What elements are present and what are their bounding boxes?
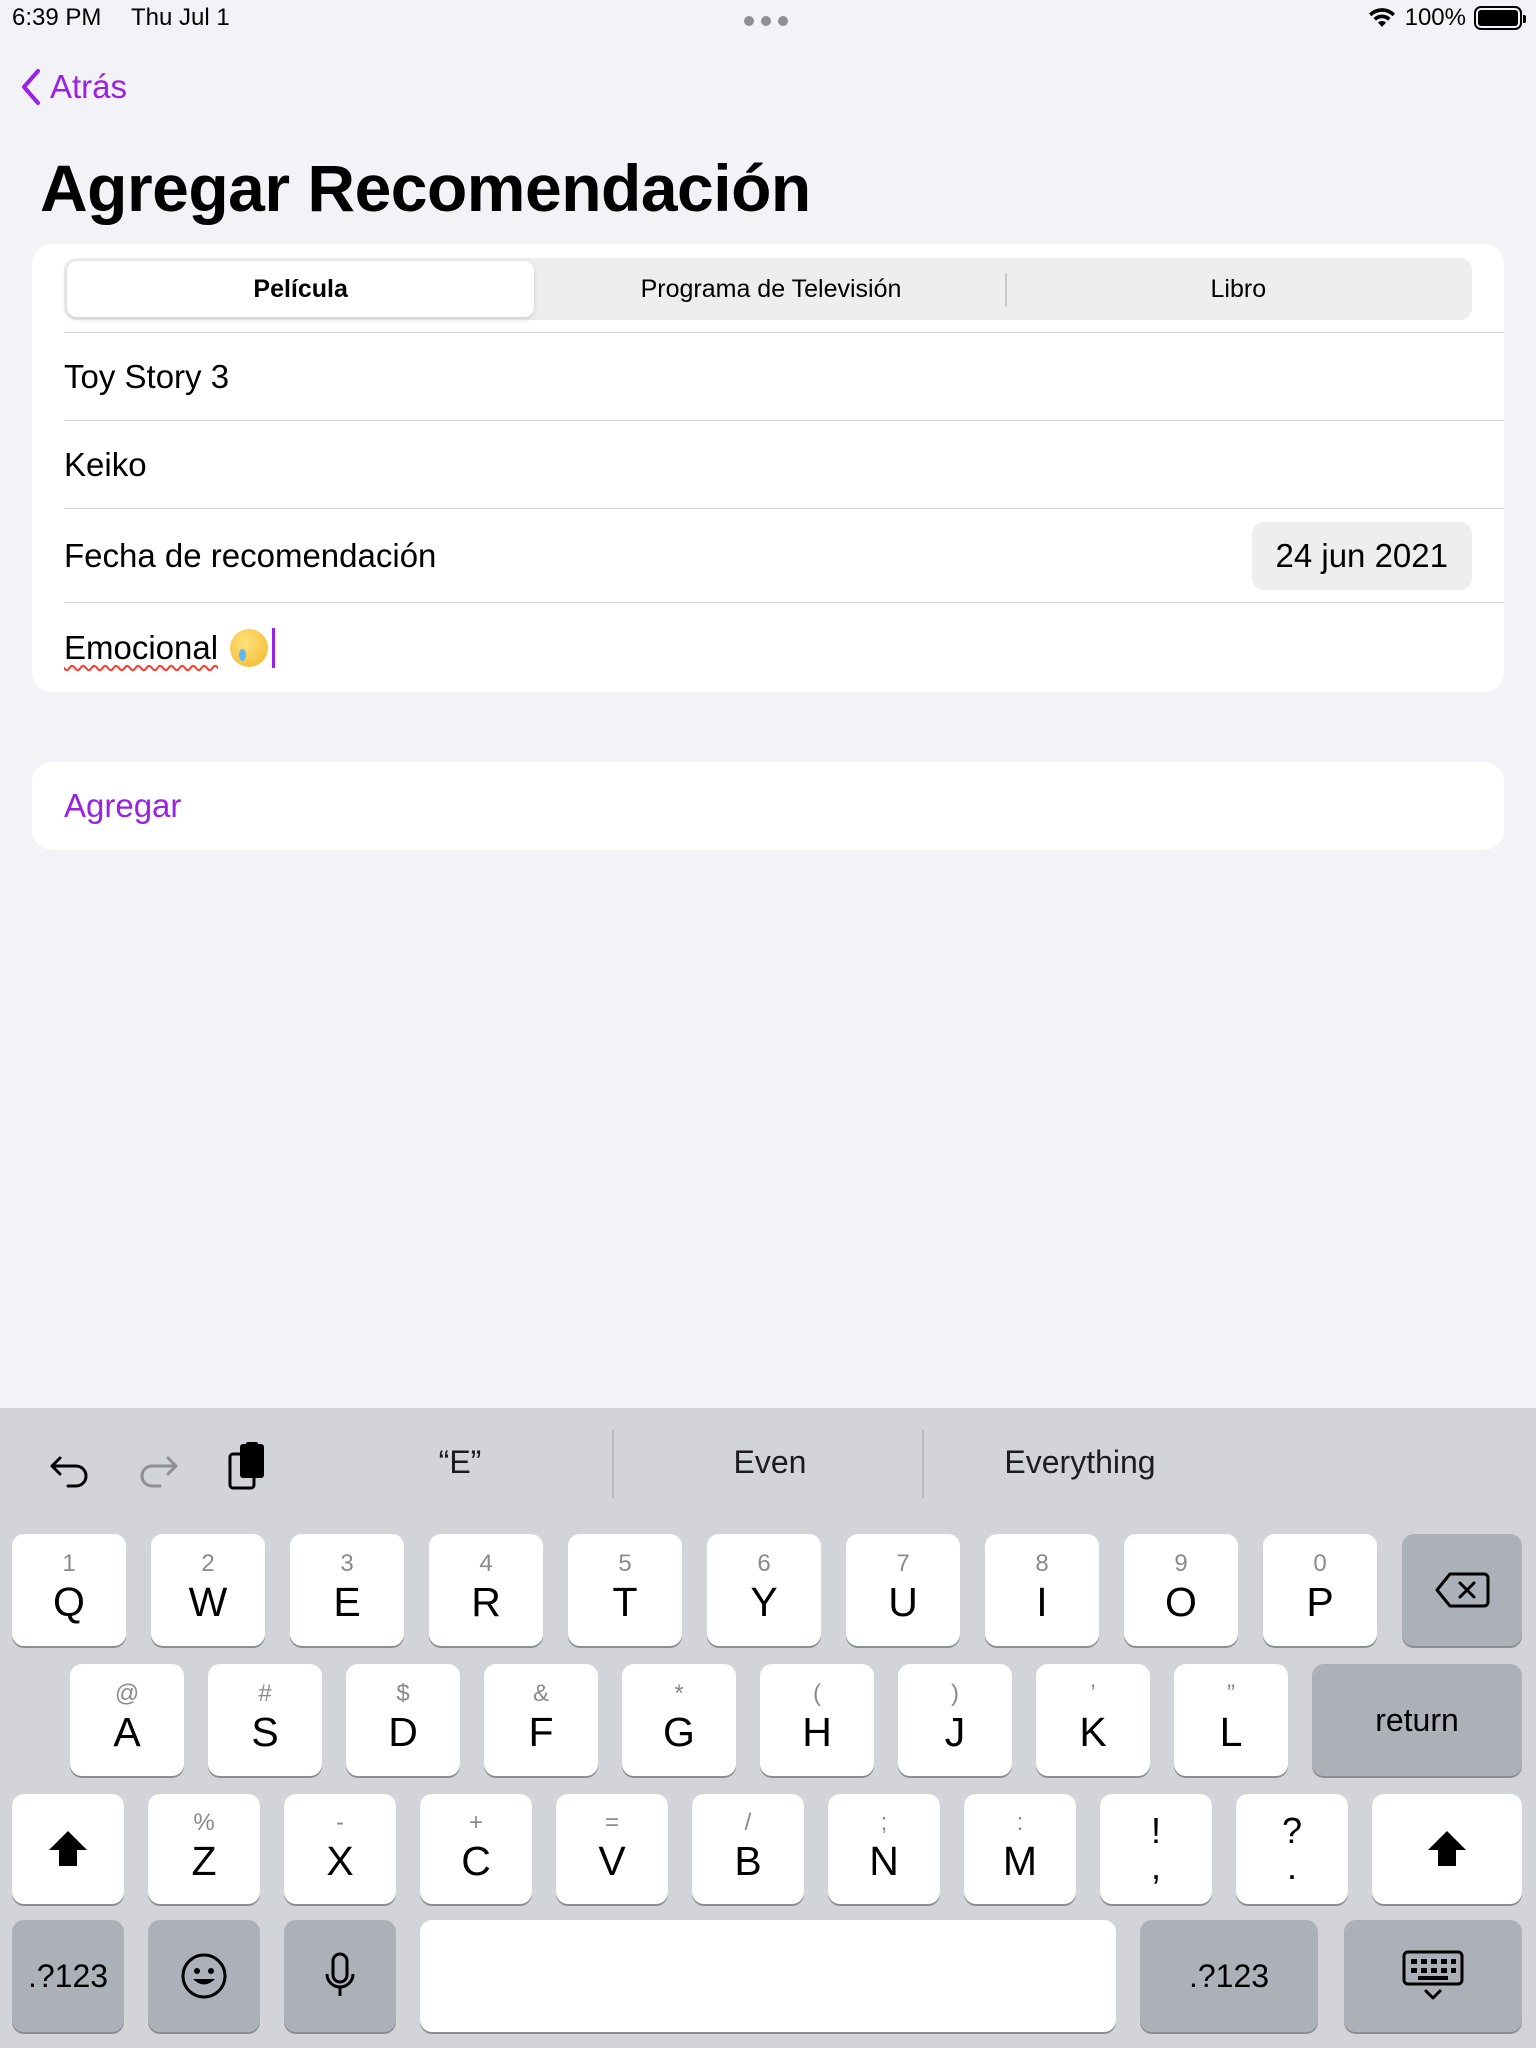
keyboard: “E” Even Everything 1Q 2W 3E 4R 5T 6Y 7U… [0,1408,1536,2048]
suggestion-bar: “E” Even Everything [0,1408,1536,1520]
title-field[interactable]: Toy Story 3 [64,332,1504,420]
key-m[interactable]: :M [964,1794,1076,1904]
multitasking-dots-icon[interactable] [744,16,788,26]
key-i[interactable]: 8I [985,1534,1099,1646]
dismiss-keyboard-key[interactable] [1344,1920,1522,2032]
key-y[interactable]: 6Y [707,1534,821,1646]
dictation-key[interactable] [284,1920,396,2032]
numbers-key-right[interactable]: .?123 [1140,1920,1318,2032]
delete-key[interactable] [1402,1534,1522,1646]
paste-icon[interactable] [226,1442,270,1492]
segment-libro[interactable]: Libro [1004,258,1472,320]
form-card: Película Programa de Televisión Libro To… [32,244,1504,692]
back-button[interactable]: Atrás [20,68,127,106]
key-comma-exclaim[interactable]: !, [1100,1794,1212,1904]
key-f[interactable]: & F [484,1664,598,1776]
text-cursor [272,627,276,668]
shift-icon [1428,1831,1466,1866]
page-title: Agregar Recomendación [40,151,811,225]
segment-pelicula[interactable]: Película [67,261,535,317]
suggestion-1[interactable]: “E” [380,1444,540,1481]
key-q[interactable]: 1Q [12,1534,126,1646]
return-key[interactable]: return [1312,1664,1522,1776]
date-row: Fecha de recomendación 24 jun 2021 [64,508,1504,602]
key-l[interactable]: ” L [1174,1664,1288,1776]
key-j[interactable]: ) J [898,1664,1012,1776]
key-o[interactable]: 9O [1124,1534,1238,1646]
key-k[interactable]: ’ K [1036,1664,1150,1776]
key-r[interactable]: 4R [429,1534,543,1646]
status-indicators: 100% [1367,4,1526,32]
key-period-question[interactable]: ?. [1236,1794,1348,1904]
key-c[interactable]: + C [420,1794,532,1904]
emoji-key[interactable] [148,1920,260,2032]
key-z[interactable]: % Z [148,1794,260,1904]
key-d[interactable]: $ D [346,1664,460,1776]
key-t[interactable]: 5T [568,1534,682,1646]
add-button[interactable]: Agregar [32,762,1504,850]
key-n[interactable]: ; N [828,1794,940,1904]
title-value: Toy Story 3 [64,357,230,395]
key-w[interactable]: 2W [151,1534,265,1646]
keyboard-dismiss-icon [1402,1950,1464,2000]
battery-percent: 100% [1404,4,1466,31]
space-key[interactable] [420,1920,1116,2032]
note-value: Emocional [64,628,219,666]
numbers-key-left[interactable]: .?123 [12,1920,124,2032]
crying-face-emoji-icon [230,628,269,667]
category-segmented-control[interactable]: Película Programa de Televisión Libro [64,258,1472,320]
microphone-icon [325,1952,355,1996]
suggestion-divider [612,1430,614,1498]
undo-icon[interactable] [48,1446,92,1490]
segment-programa-tv[interactable]: Programa de Televisión [537,258,1004,320]
suggestion-divider [922,1430,924,1498]
back-label: Atrás [50,68,128,105]
status-date: Thu Jul 1 [131,4,230,31]
suggestion-2[interactable]: Even [680,1444,860,1481]
key-e[interactable]: 3E [290,1534,404,1646]
emoji-icon [181,1953,227,1999]
key-u[interactable]: 7U [846,1534,960,1646]
recommender-field[interactable]: Keiko [64,420,1504,508]
status-time: 6:39 PM [12,4,102,31]
shift-key-left[interactable] [12,1794,124,1904]
delete-backward-icon [1435,1572,1490,1608]
add-button-label: Agregar [64,787,182,824]
key-x[interactable]: -X [284,1794,396,1904]
chevron-left-icon [22,69,40,105]
date-value: 24 jun 2021 [1275,536,1449,574]
battery-icon [1474,6,1526,30]
date-label: Fecha de recomendación [64,536,437,574]
key-g[interactable]: * G [622,1664,736,1776]
redo-icon[interactable] [136,1446,180,1490]
key-s[interactable]: # S [208,1664,322,1776]
segment-divider [1004,273,1007,307]
recommender-value: Keiko [64,445,147,483]
key-p[interactable]: 0P [1263,1534,1377,1646]
wifi-icon [1368,8,1395,27]
note-field[interactable]: Emocional [64,602,1504,692]
key-a[interactable]: @ A [70,1664,184,1776]
key-b[interactable]: / B [692,1794,804,1904]
date-picker-button[interactable]: 24 jun 2021 [1251,521,1472,590]
suggestion-3[interactable]: Everything [960,1444,1200,1481]
shift-key-right[interactable] [1372,1794,1522,1904]
key-v[interactable]: = V [556,1794,668,1904]
key-h[interactable]: (H [760,1664,874,1776]
shift-icon [49,1831,87,1866]
